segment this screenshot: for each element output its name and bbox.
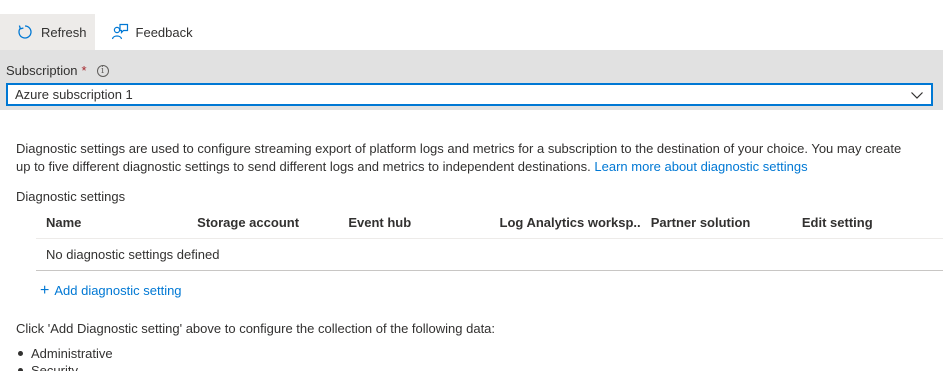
column-header-log-analytics: Log Analytics worksp... <box>499 214 641 230</box>
description: Diagnostic settings are used to configur… <box>16 140 916 176</box>
bullet-icon <box>18 351 23 356</box>
table-row-empty: No diagnostic settings defined <box>36 239 943 271</box>
subscription-dropdown[interactable]: Azure subscription 1 <box>6 83 933 106</box>
refresh-button[interactable]: Refresh <box>0 14 95 50</box>
feedback-button[interactable]: Feedback <box>95 14 201 50</box>
collection-note: Click 'Add Diagnostic setting' above to … <box>16 321 496 336</box>
add-diagnostic-setting-button[interactable]: + Add diagnostic setting <box>40 281 182 299</box>
refresh-label: Refresh <box>41 24 87 40</box>
column-header-storage-account: Storage account <box>197 214 300 230</box>
list-item: Security <box>16 362 113 371</box>
learn-more-link[interactable]: Learn more about diagnostic settings <box>594 159 807 174</box>
empty-message: No diagnostic settings defined <box>46 247 220 262</box>
diagnostic-settings-label: Diagnostic settings <box>16 189 126 204</box>
column-header-partner-solution: Partner solution <box>650 214 751 230</box>
column-header-event-hub: Event hub <box>348 214 412 230</box>
list-item: Administrative <box>16 345 113 362</box>
feedback-icon <box>111 23 129 41</box>
required-marker: * <box>81 63 87 78</box>
diagnostic-settings-table: Name Storage account Event hub Log Analy… <box>36 206 943 271</box>
collection-list: Administrative Security <box>16 345 113 371</box>
subscription-label: Subscription * i <box>6 63 109 78</box>
column-header-edit-setting: Edit setting <box>801 214 873 230</box>
list-item-label: Administrative <box>31 346 113 361</box>
list-item-label: Security <box>31 363 78 371</box>
column-header-name: Name <box>46 214 82 230</box>
table-header: Name Storage account Event hub Log Analy… <box>36 206 943 239</box>
refresh-icon <box>16 23 34 41</box>
subscription-label-text: Subscription <box>6 63 78 78</box>
add-diagnostic-setting-label: Add diagnostic setting <box>54 283 182 298</box>
plus-icon: + <box>40 281 50 299</box>
toolbar: Refresh Feedback <box>0 14 943 50</box>
info-icon[interactable]: i <box>96 64 109 77</box>
feedback-label: Feedback <box>135 24 193 40</box>
subscription-selected-value: Azure subscription 1 <box>15 87 133 102</box>
chevron-down-icon <box>910 88 924 105</box>
